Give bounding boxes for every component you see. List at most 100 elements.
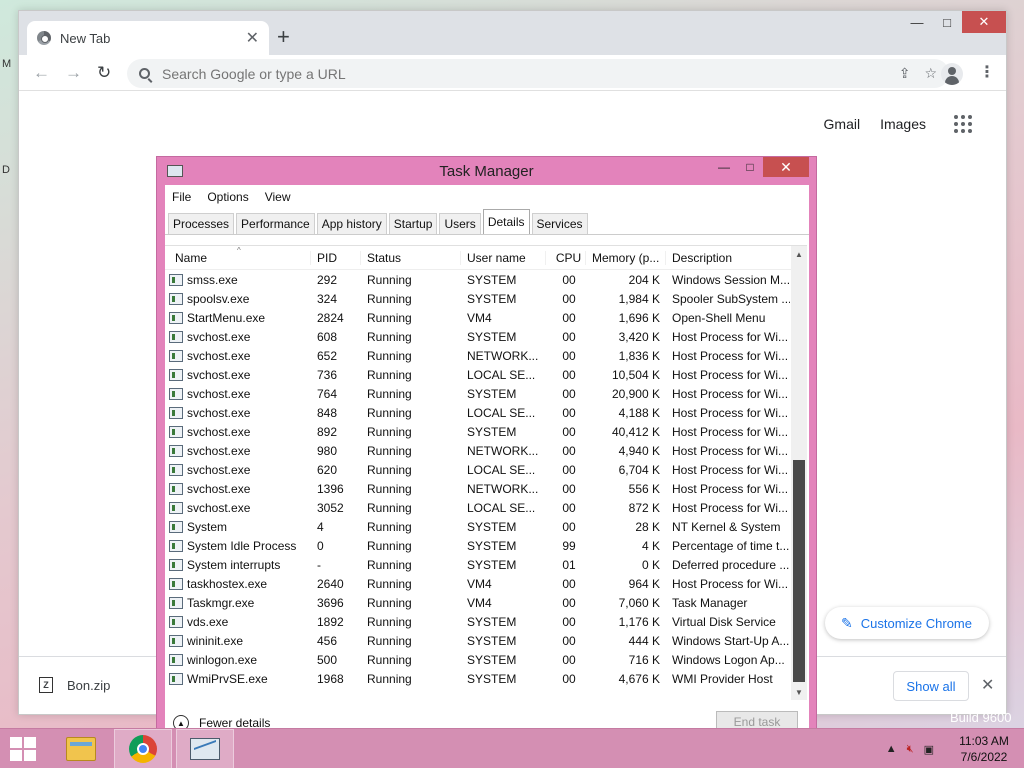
desktop-icon-label: M [2, 58, 12, 70]
scrollbar-thumb[interactable] [793, 460, 805, 682]
table-row[interactable]: svchost.exe 620 Running LOCAL SE... 00 6,704 … [165, 460, 807, 479]
column-header-memory[interactable]: Memory (p... [586, 250, 666, 265]
table-row[interactable]: System 4 Running SYSTEM 00 28 K NT Kernel & Sy… [165, 517, 807, 536]
close-tab-icon[interactable]: ✕ [246, 28, 259, 48]
task-manager-titlebar[interactable]: Task Manager — □ ✕ [157, 157, 816, 185]
column-header-description[interactable]: Description [666, 251, 790, 265]
table-cell: 00 [562, 367, 576, 382]
menu-options[interactable]: Options [207, 190, 248, 204]
customize-chrome-button[interactable]: ✎ Customize Chrome [825, 607, 989, 639]
table-row[interactable]: System Idle Process 0 Running SYSTEM 99 4 K Pe… [165, 536, 807, 555]
table-row[interactable]: svchost.exe 652 Running NETWORK... 00 1,836 K… [165, 346, 807, 365]
show-hidden-icons-icon[interactable]: ▲ [886, 743, 897, 755]
new-tab-button[interactable]: + [277, 25, 290, 49]
process-name: svchost.exe [187, 500, 251, 515]
network-icon[interactable]: ▣ [924, 743, 934, 756]
table-cell: 1,176 K [618, 614, 660, 629]
menu-view[interactable]: View [265, 190, 291, 204]
tab-details[interactable]: Details [482, 209, 530, 234]
table-row[interactable]: Taskmgr.exe 3696 Running VM4 00 7,060 K Task M… [165, 593, 807, 612]
omnibox-input[interactable] [162, 65, 885, 82]
images-link[interactable]: Images [880, 116, 926, 132]
table-cell: Host Process for Wi... [672, 329, 789, 344]
taskbar-file-explorer[interactable] [52, 729, 110, 768]
table-row[interactable]: svchost.exe 764 Running SYSTEM 00 20,900 K Hos… [165, 384, 807, 403]
menu-file[interactable]: File [172, 190, 191, 204]
table-cell: 500 [317, 652, 338, 667]
reload-icon[interactable]: ↻ [97, 63, 111, 83]
table-row[interactable]: svchost.exe 736 Running LOCAL SE... 00 10,504… [165, 365, 807, 384]
table-row[interactable]: taskhostex.exe 2640 Running VM4 00 964 K Host … [165, 574, 807, 593]
table-row[interactable]: svchost.exe 980 Running NETWORK... 00 4,940 K… [165, 441, 807, 460]
taskbar-task-manager[interactable] [176, 729, 234, 768]
process-name: smss.exe [187, 272, 238, 287]
tab-new-tab[interactable]: New Tab ✕ [27, 21, 269, 55]
tab-app-history[interactable]: App history [316, 213, 387, 234]
clock[interactable]: 11:03 AM 7/6/2022 [944, 733, 1024, 765]
table-cell: Running [367, 348, 412, 363]
profile-avatar-icon[interactable] [941, 63, 963, 85]
table-cell: 736 [317, 367, 338, 382]
table-cell: Running [367, 310, 412, 325]
vertical-scrollbar[interactable]: ▲ ▼ [791, 246, 807, 700]
table-row[interactable]: svchost.exe 3052 Running LOCAL SE... 00 872 K… [165, 498, 807, 517]
minimize-icon[interactable]: — [902, 11, 932, 33]
column-header-status[interactable]: Status [361, 250, 461, 265]
column-header-user[interactable]: User name [461, 250, 546, 265]
close-download-shelf-icon[interactable]: ✕ [981, 675, 994, 695]
tab-services[interactable]: Services [531, 213, 588, 234]
bookmark-star-icon[interactable]: ☆ [924, 65, 937, 82]
kebab-menu-icon[interactable]: ⋮ [979, 63, 995, 83]
table-row[interactable]: vds.exe 1892 Running SYSTEM 00 1,176 K Virtual… [165, 612, 807, 631]
google-apps-icon[interactable] [954, 115, 972, 133]
taskbar-chrome[interactable] [114, 729, 172, 768]
forward-arrow-icon[interactable]: → [65, 63, 82, 83]
tab-users[interactable]: Users [439, 213, 481, 234]
table-row[interactable]: svchost.exe 1396 Running NETWORK... 00 556 K H… [165, 479, 807, 498]
process-icon [169, 672, 183, 685]
download-item[interactable]: Z Bon.zip [39, 677, 110, 693]
table-cell: Windows Start-Up A... [672, 633, 790, 648]
process-name-cell: svchost.exe [165, 463, 311, 477]
table-row[interactable]: svchost.exe 848 Running LOCAL SE... 00 4,188 … [165, 403, 807, 422]
back-arrow-icon[interactable]: ← [33, 63, 50, 83]
table-cell: 00 [562, 405, 576, 420]
tm-minimize-icon[interactable]: — [711, 157, 737, 177]
table-cell: 4,676 K [618, 671, 660, 686]
start-button[interactable] [10, 737, 38, 761]
table-row[interactable]: WmiPrvSE.exe 1968 Running SYSTEM 00 4,676 K WM… [165, 669, 807, 688]
close-window-icon[interactable]: ✕ [962, 11, 1006, 33]
column-header-pid[interactable]: PID [311, 250, 361, 265]
omnibox[interactable]: ⇪ ☆ [127, 59, 949, 88]
table-row[interactable]: spoolsv.exe 324 Running SYSTEM 00 1,984 K Spoo… [165, 289, 807, 308]
table-cell: Running [367, 291, 412, 306]
table-row[interactable]: svchost.exe 608 Running SYSTEM 00 3,420 K Host… [165, 327, 807, 346]
column-header-cpu[interactable]: CPU [546, 250, 586, 265]
table-row[interactable]: smss.exe 292 Running SYSTEM 00 204 K Windows S… [165, 270, 807, 289]
show-all-button[interactable]: Show all [893, 671, 969, 701]
process-name: svchost.exe [187, 367, 251, 382]
tm-close-icon[interactable]: ✕ [763, 157, 809, 177]
table-row[interactable]: System interrupts - Running SYSTEM 01 0 K Defe… [165, 555, 807, 574]
scroll-down-icon[interactable]: ▼ [791, 684, 807, 700]
share-icon[interactable]: ⇪ [899, 65, 911, 82]
tab-startup[interactable]: Startup [388, 213, 438, 234]
table-row[interactable]: StartMenu.exe 2824 Running VM4 00 1,696 K Open… [165, 308, 807, 327]
gmail-link[interactable]: Gmail [824, 116, 861, 132]
table-cell: Running [367, 424, 412, 439]
table-row[interactable]: winlogon.exe 500 Running SYSTEM 00 716 K Windo… [165, 650, 807, 669]
tab-performance[interactable]: Performance [236, 213, 315, 234]
tm-maximize-icon[interactable]: □ [737, 157, 763, 177]
maximize-icon[interactable]: □ [932, 11, 962, 33]
process-name: svchost.exe [187, 386, 251, 401]
tab-processes[interactable]: Processes [168, 213, 235, 234]
volume-muted-icon[interactable]: 🔇︎ [907, 743, 914, 756]
scroll-up-icon[interactable]: ▲ [791, 246, 807, 262]
table-cell: SYSTEM [467, 519, 517, 534]
table-row[interactable]: wininit.exe 456 Running SYSTEM 00 444 K Window… [165, 631, 807, 650]
table-row[interactable]: svchost.exe 892 Running SYSTEM 00 40,412 K Hos… [165, 422, 807, 441]
process-name-cell: winlogon.exe [165, 653, 311, 667]
table-cell: SYSTEM [467, 538, 517, 553]
table-cell: Running [367, 614, 412, 629]
folder-icon [66, 737, 96, 761]
